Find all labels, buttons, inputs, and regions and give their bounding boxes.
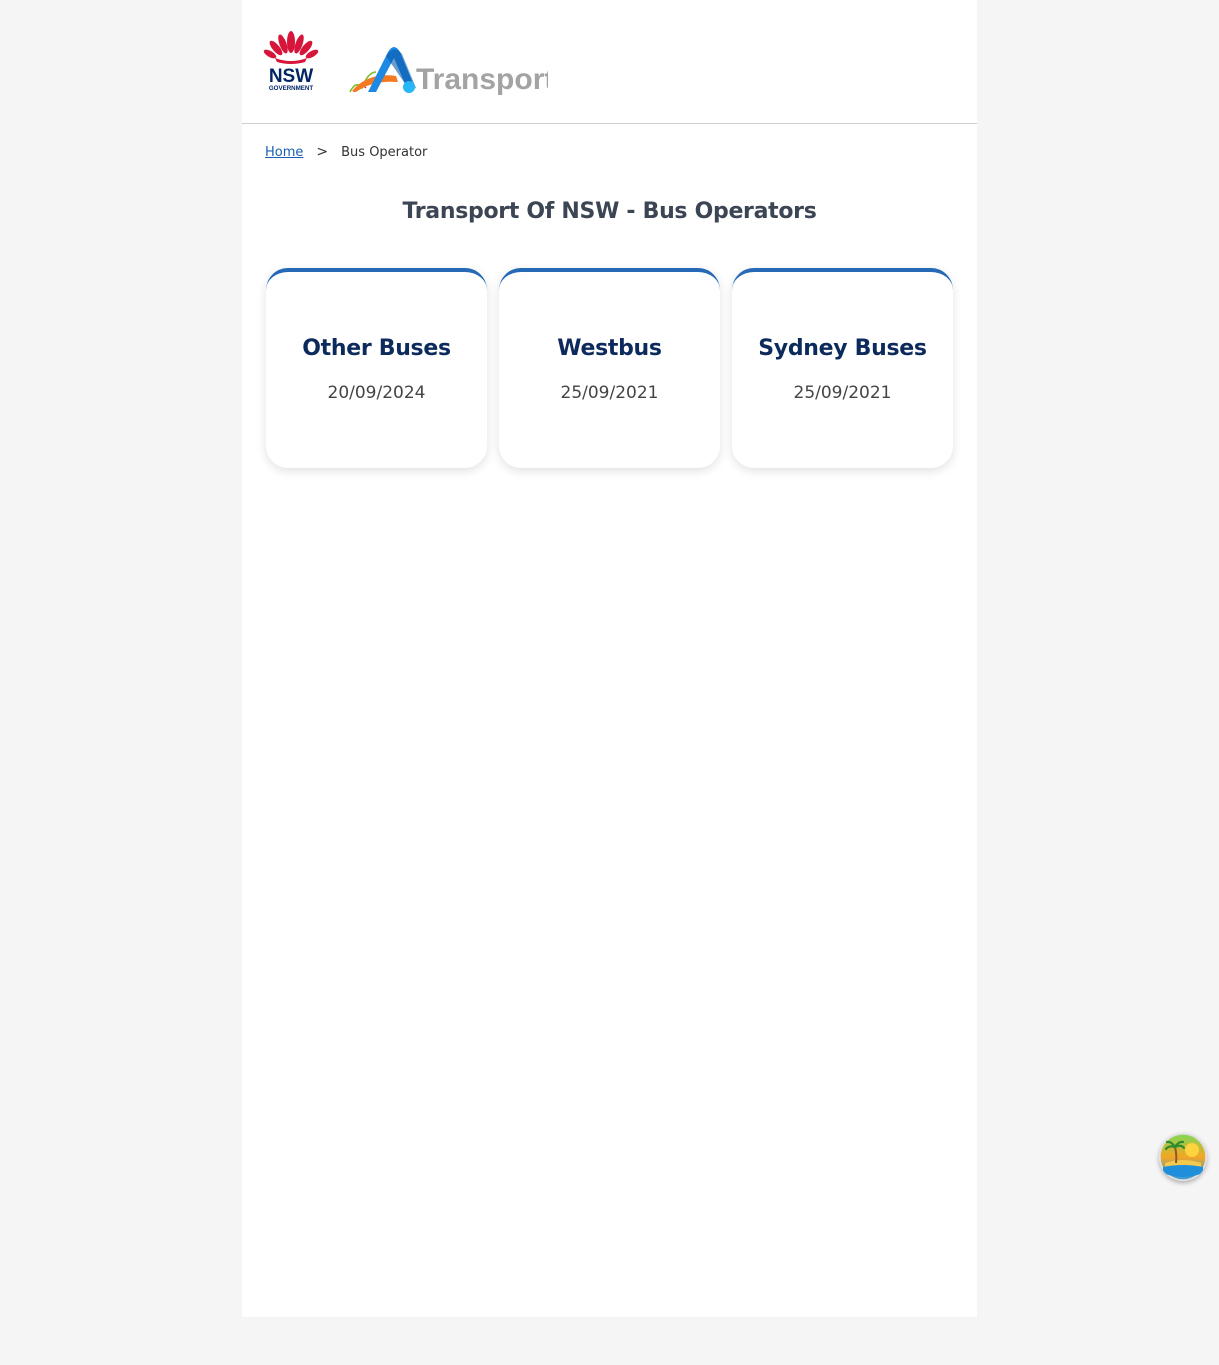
island-sunset-icon[interactable]	[1159, 1133, 1207, 1181]
operator-card-date: 25/09/2021	[793, 383, 892, 403]
page-title: Transport Of NSW - Bus Operators	[402, 199, 817, 224]
operator-card-sydney-buses[interactable]: Sydney Buses 25/09/2021	[732, 268, 953, 468]
nsw-logo-subtext: GOVERNMENT	[269, 85, 314, 92]
nsw-government-logo[interactable]: NSW GOVERNMENT	[261, 28, 321, 92]
breadcrumb: Home > Bus Operator	[265, 144, 427, 160]
operator-card-other-buses[interactable]: Other Buses 20/09/2024	[266, 268, 487, 468]
operator-card-name: Westbus	[557, 336, 662, 361]
breadcrumb-home-link[interactable]: Home	[265, 145, 303, 160]
header: NSW GOVERNMENT Transport	[242, 0, 977, 124]
nsw-logo-text: NSW	[269, 66, 313, 87]
operator-card-name: Other Buses	[302, 336, 451, 361]
transport-logo-text: Transport	[416, 63, 548, 96]
operator-card-name: Sydney Buses	[758, 336, 927, 361]
page-container: NSW GOVERNMENT Transport Home > Bus Oper…	[242, 0, 977, 1317]
operator-card-date: 20/09/2024	[327, 383, 426, 403]
operator-card-date: 25/09/2021	[560, 383, 659, 403]
breadcrumb-current: Bus Operator	[341, 144, 428, 160]
transport-logo[interactable]: Transport	[348, 42, 548, 98]
breadcrumb-separator: >	[316, 144, 329, 160]
operator-card-westbus[interactable]: Westbus 25/09/2021	[499, 268, 720, 468]
